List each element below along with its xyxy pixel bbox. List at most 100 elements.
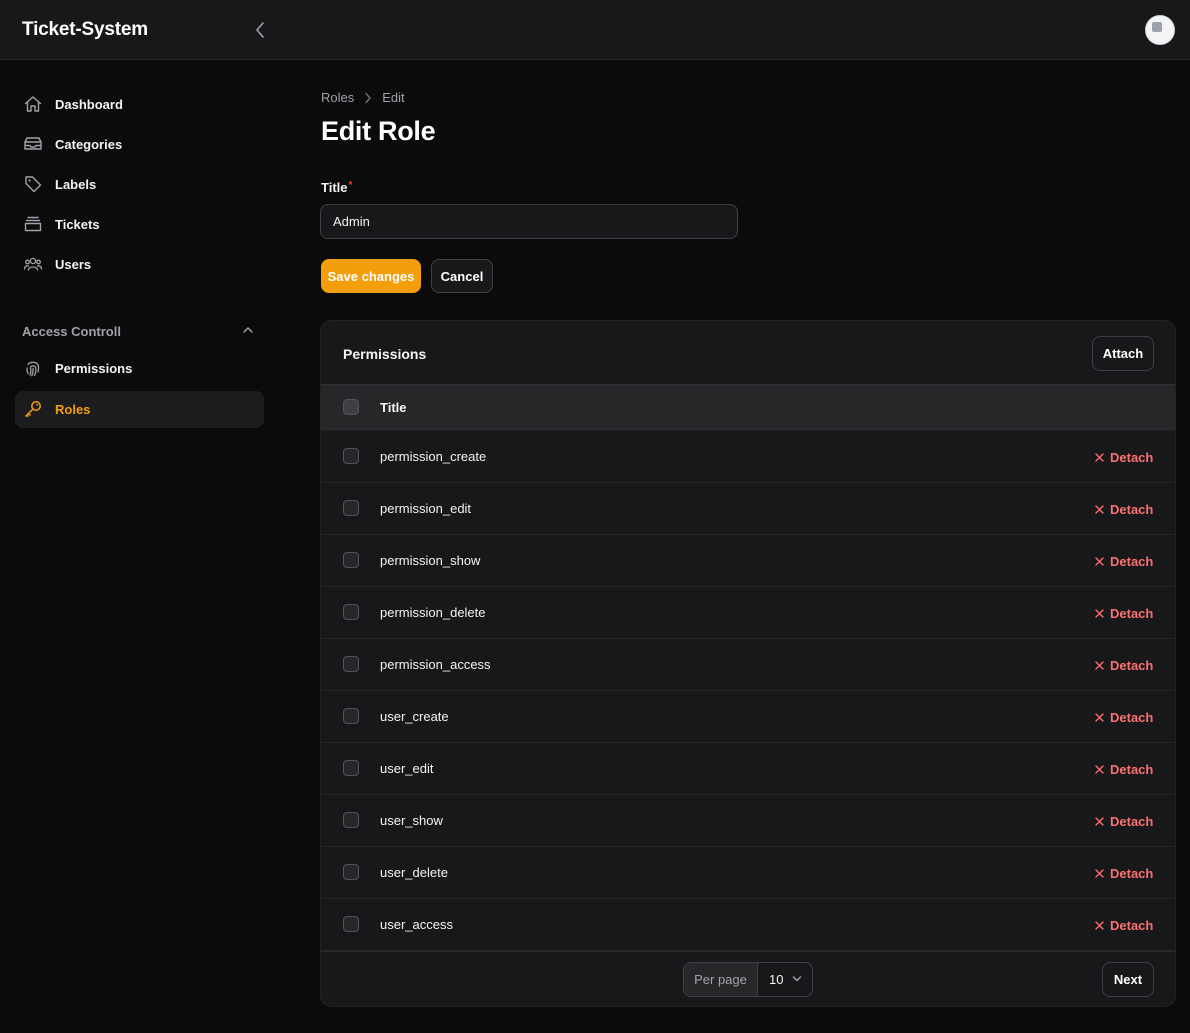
x-mark-icon <box>1095 764 1104 774</box>
key-icon <box>25 401 41 417</box>
title-label-text: Title <box>321 180 348 195</box>
required-mark: * <box>348 180 353 191</box>
sidebar-item-labels[interactable]: Labels <box>15 166 264 203</box>
per-page-value: 10 <box>769 972 784 987</box>
row-checkbox[interactable] <box>343 448 359 464</box>
permission-title: permission_create <box>380 449 487 464</box>
sidebar-item-label: Users <box>55 257 92 272</box>
detach-label: Detach <box>1110 553 1154 569</box>
table-row: permission_delete Detach <box>321 587 1175 639</box>
row-checkbox[interactable] <box>343 864 359 880</box>
title-input[interactable] <box>320 204 738 239</box>
sidebar-item-categories[interactable]: Categories <box>15 126 264 163</box>
finger-print-icon <box>26 361 40 377</box>
permissions-heading: Permissions <box>343 346 427 362</box>
detach-label: Detach <box>1110 449 1154 465</box>
permission-title: user_show <box>380 813 443 828</box>
per-page-control: Per page 10 <box>683 962 813 997</box>
detach-button[interactable]: Detach <box>1095 552 1153 570</box>
detach-label: Detach <box>1110 709 1154 725</box>
permission-title: user_create <box>380 709 449 724</box>
detach-button[interactable]: Detach <box>1095 604 1153 622</box>
detach-button[interactable]: Detach <box>1095 656 1153 674</box>
permission-title: user_edit <box>380 761 434 776</box>
x-mark-icon <box>1095 452 1104 462</box>
chevron-right-icon <box>364 92 372 104</box>
detach-button[interactable]: Detach <box>1095 500 1153 518</box>
row-checkbox[interactable] <box>343 552 359 568</box>
row-checkbox[interactable] <box>343 500 359 516</box>
sidebar-item-label: Permissions <box>55 361 133 376</box>
collapse-sidebar-button[interactable] <box>250 18 270 42</box>
row-checkbox[interactable] <box>343 604 359 620</box>
permission-title: permission_access <box>380 657 491 672</box>
app-title[interactable]: Ticket-System <box>22 19 148 41</box>
chevron-left-icon <box>256 22 264 38</box>
detach-label: Detach <box>1110 865 1154 881</box>
row-checkbox[interactable] <box>343 760 359 776</box>
table-pagination: Per page 10 Next <box>321 951 1175 1006</box>
sidebar-item-permissions[interactable]: Permissions <box>15 350 264 387</box>
rectangle-stack-icon <box>24 216 42 232</box>
sidebar-item-tickets[interactable]: Tickets <box>15 206 264 243</box>
per-page-label: Per page <box>684 963 758 996</box>
breadcrumb-roles-link[interactable]: Roles <box>321 90 354 105</box>
detach-label: Detach <box>1110 813 1154 829</box>
chevron-down-icon <box>792 976 802 982</box>
row-checkbox[interactable] <box>343 708 359 724</box>
detach-label: Detach <box>1110 917 1154 933</box>
column-header-title[interactable]: Title <box>380 400 407 415</box>
next-page-button[interactable]: Next <box>1102 962 1154 997</box>
group-label: Access Controll <box>22 324 121 339</box>
x-mark-icon <box>1095 504 1104 514</box>
permission-title: permission_edit <box>380 501 472 516</box>
detach-button[interactable]: Detach <box>1095 864 1153 882</box>
sidebar-item-dashboard[interactable]: Dashboard <box>15 86 264 123</box>
home-icon <box>24 96 42 112</box>
table-row: user_access Detach <box>321 899 1175 951</box>
inbox-stack-icon <box>24 137 42 150</box>
detach-button[interactable]: Detach <box>1095 916 1153 934</box>
row-checkbox[interactable] <box>343 916 359 932</box>
x-mark-icon <box>1095 868 1104 878</box>
detach-button[interactable]: Detach <box>1095 448 1153 466</box>
access-control-group-toggle[interactable]: Access Controll <box>22 322 262 342</box>
table-row: permission_create Detach <box>321 431 1175 483</box>
page-title: Edit Role <box>321 116 436 146</box>
detach-button[interactable]: Detach <box>1095 708 1153 726</box>
sidebar-item-label: Roles <box>55 402 91 417</box>
x-mark-icon <box>1095 556 1104 566</box>
permission-title: user_access <box>380 917 453 932</box>
x-mark-icon <box>1095 712 1104 722</box>
save-changes-button[interactable]: Save changes <box>321 259 421 293</box>
table-row: permission_access Detach <box>321 639 1175 691</box>
detach-label: Detach <box>1110 605 1154 621</box>
row-checkbox[interactable] <box>343 656 359 672</box>
chevron-up-icon <box>243 327 253 333</box>
select-all-checkbox[interactable] <box>343 399 359 415</box>
detach-label: Detach <box>1110 657 1154 673</box>
table-row: user_edit Detach <box>321 743 1175 795</box>
detach-label: Detach <box>1110 761 1154 777</box>
detach-button[interactable]: Detach <box>1095 760 1153 778</box>
sidebar-item-label: Labels <box>55 177 97 192</box>
sidebar-item-label: Tickets <box>55 217 100 232</box>
attach-button[interactable]: Attach <box>1092 336 1154 371</box>
sidebar-item-users[interactable]: Users <box>15 246 264 283</box>
detach-label: Detach <box>1110 501 1154 517</box>
table-row: user_show Detach <box>321 795 1175 847</box>
detach-button[interactable]: Detach <box>1095 812 1153 830</box>
cancel-button[interactable]: Cancel <box>431 259 493 293</box>
topbar: Ticket-System <box>0 0 1190 60</box>
sidebar-item-label: Categories <box>55 137 123 152</box>
avatar[interactable] <box>1145 15 1175 45</box>
x-mark-icon <box>1095 608 1104 618</box>
permission-title: permission_show <box>380 553 481 568</box>
table-row: permission_edit Detach <box>321 483 1175 535</box>
sidebar: Dashboard Categories Labels Tickets User… <box>0 60 280 1033</box>
x-mark-icon <box>1095 816 1104 826</box>
row-checkbox[interactable] <box>343 812 359 828</box>
sidebar-item-roles[interactable]: Roles <box>15 391 264 428</box>
per-page-select[interactable]: 10 <box>758 963 812 996</box>
table-row: permission_show Detach <box>321 535 1175 587</box>
